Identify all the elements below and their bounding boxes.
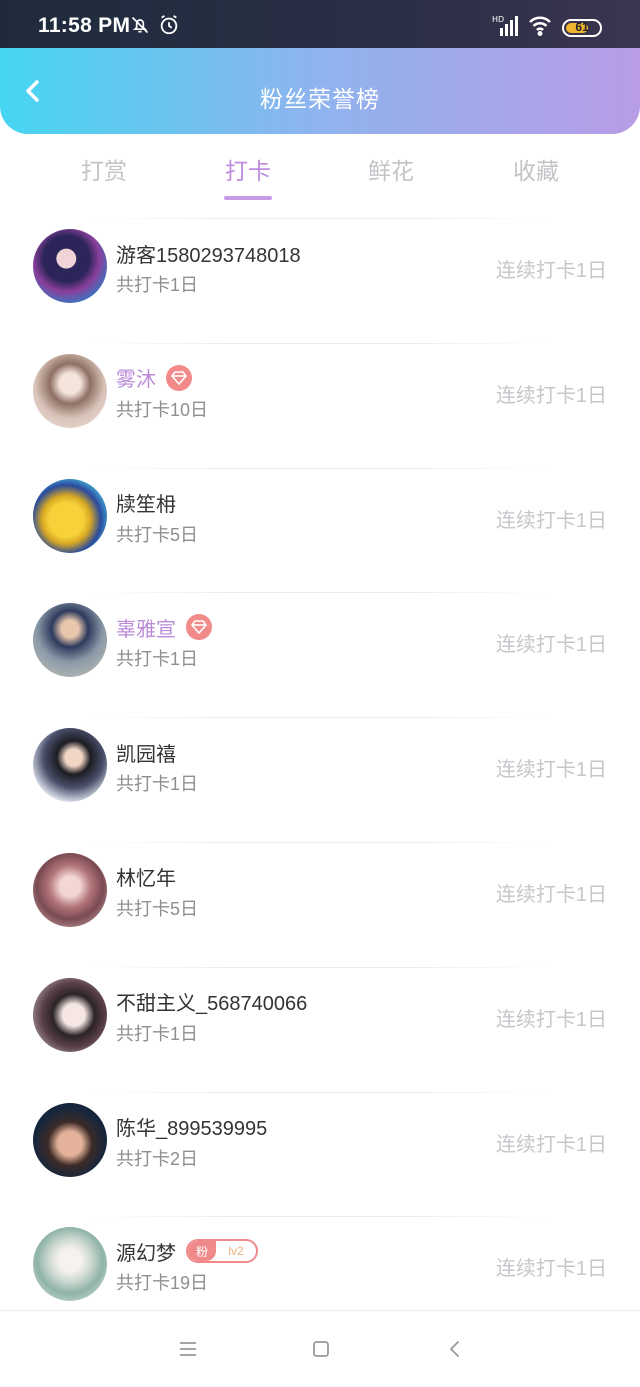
fan-list: 游客1580293748018 共打卡1日 连续打卡1日 雾沐 共打卡10日 连… (0, 218, 640, 1341)
tab-checkin-label: 打卡 (225, 158, 271, 184)
total-checkin: 共打卡5日 (116, 898, 199, 919)
total-checkin: 共打卡2日 (116, 1148, 199, 1169)
list-item[interactable]: 雾沐 共打卡10日 连续打卡1日 (0, 342, 640, 468)
header: 粉丝荣誉榜 (0, 48, 640, 134)
svg-text:HD: HD (492, 15, 504, 24)
streak-days: 连续打卡1日 (495, 1008, 607, 1031)
total-checkin: 共打卡5日 (116, 524, 199, 545)
user-name: 不甜主义_568740066 (116, 993, 308, 1016)
avatar[interactable] (33, 1227, 107, 1302)
avatar[interactable] (33, 728, 107, 803)
total-checkin: 共打卡1日 (116, 275, 199, 295)
page-title: 粉丝荣誉榜 (260, 86, 380, 112)
user-name: 游客1580293748018 (116, 244, 301, 267)
total-checkin: 共打卡1日 (116, 649, 199, 670)
user-name: 辜雅宣 (116, 618, 176, 641)
list-item[interactable]: 凯园禧 共打卡1日 连续打卡1日 (0, 717, 640, 842)
status-bar: 11:58 PM HD 61 (0, 0, 640, 48)
list-item[interactable]: 牍笙枏 共打卡5日 连续打卡1日 (0, 467, 640, 593)
system-nav-bar (0, 1310, 640, 1387)
back-icon[interactable] (444, 1338, 466, 1360)
avatar[interactable] (33, 1102, 107, 1177)
list-item[interactable]: 林忆年 共打卡5日 连续打卡1日 (0, 841, 640, 967)
battery-level: 61 (575, 20, 589, 34)
avatar[interactable] (33, 353, 107, 428)
streak-days: 连续打卡1日 (495, 1258, 607, 1281)
tab-underline (224, 196, 272, 200)
fan-badge-label: 粉 (188, 1241, 216, 1262)
user-name: 源幻梦 (116, 1242, 176, 1265)
list-item[interactable]: 辜雅宣 共打卡1日 连续打卡1日 (0, 592, 640, 717)
avatar[interactable] (33, 603, 107, 678)
tab-reward[interactable]: 打赏 (54, 152, 154, 186)
list-item[interactable]: 游客1580293748018 共打卡1日 连续打卡1日 (0, 218, 640, 343)
streak-days: 连续打卡1日 (495, 759, 607, 782)
user-name: 牍笙枏 (116, 494, 176, 517)
total-checkin: 共打卡1日 (116, 774, 199, 795)
user-name: 凯园禧 (116, 743, 176, 766)
diamond-icon (166, 364, 192, 391)
avatar[interactable] (33, 977, 107, 1052)
diamond-icon (186, 614, 212, 641)
alarm-icon (160, 15, 178, 35)
total-checkin: 共打卡19日 (116, 1273, 209, 1294)
tab-bar: 打赏 打卡 鲜花 收藏 (0, 134, 640, 210)
user-name: 雾沐 (116, 369, 156, 392)
home-icon[interactable] (310, 1338, 332, 1360)
user-name: 陈华_899539995 (116, 1118, 268, 1141)
streak-days: 连续打卡1日 (495, 1133, 607, 1156)
status-time: 11:58 PM (38, 14, 131, 37)
streak-days: 连续打卡1日 (495, 509, 607, 532)
streak-days: 连续打卡1日 (495, 260, 607, 282)
fan-level-badge: 粉 lv2 (186, 1239, 258, 1264)
battery-icon: 61 (562, 19, 602, 37)
avatar[interactable] (33, 478, 107, 553)
signal-icon: HD (492, 15, 518, 36)
total-checkin: 共打卡10日 (116, 399, 209, 420)
tab-favorites[interactable]: 收藏 (486, 152, 586, 186)
streak-days: 连续打卡1日 (495, 634, 607, 657)
avatar[interactable] (33, 852, 107, 927)
streak-days: 连续打卡1日 (495, 384, 607, 407)
avatar[interactable] (33, 229, 107, 303)
streak-days: 连续打卡1日 (495, 883, 607, 906)
wifi-icon (529, 16, 551, 36)
user-name: 林忆年 (116, 868, 176, 891)
fan-badge-level: lv2 (228, 1244, 244, 1259)
menu-icon[interactable] (177, 1338, 199, 1360)
tab-flowers[interactable]: 鲜花 (341, 152, 441, 186)
total-checkin: 共打卡1日 (116, 1023, 199, 1044)
list-item[interactable]: 不甜主义_568740066 共打卡1日 连续打卡1日 (0, 966, 640, 1092)
list-item[interactable]: 陈华_899539995 共打卡2日 连续打卡1日 (0, 1091, 640, 1217)
tab-checkin[interactable]: 打卡 (198, 152, 298, 200)
bell-off-icon (131, 16, 149, 34)
